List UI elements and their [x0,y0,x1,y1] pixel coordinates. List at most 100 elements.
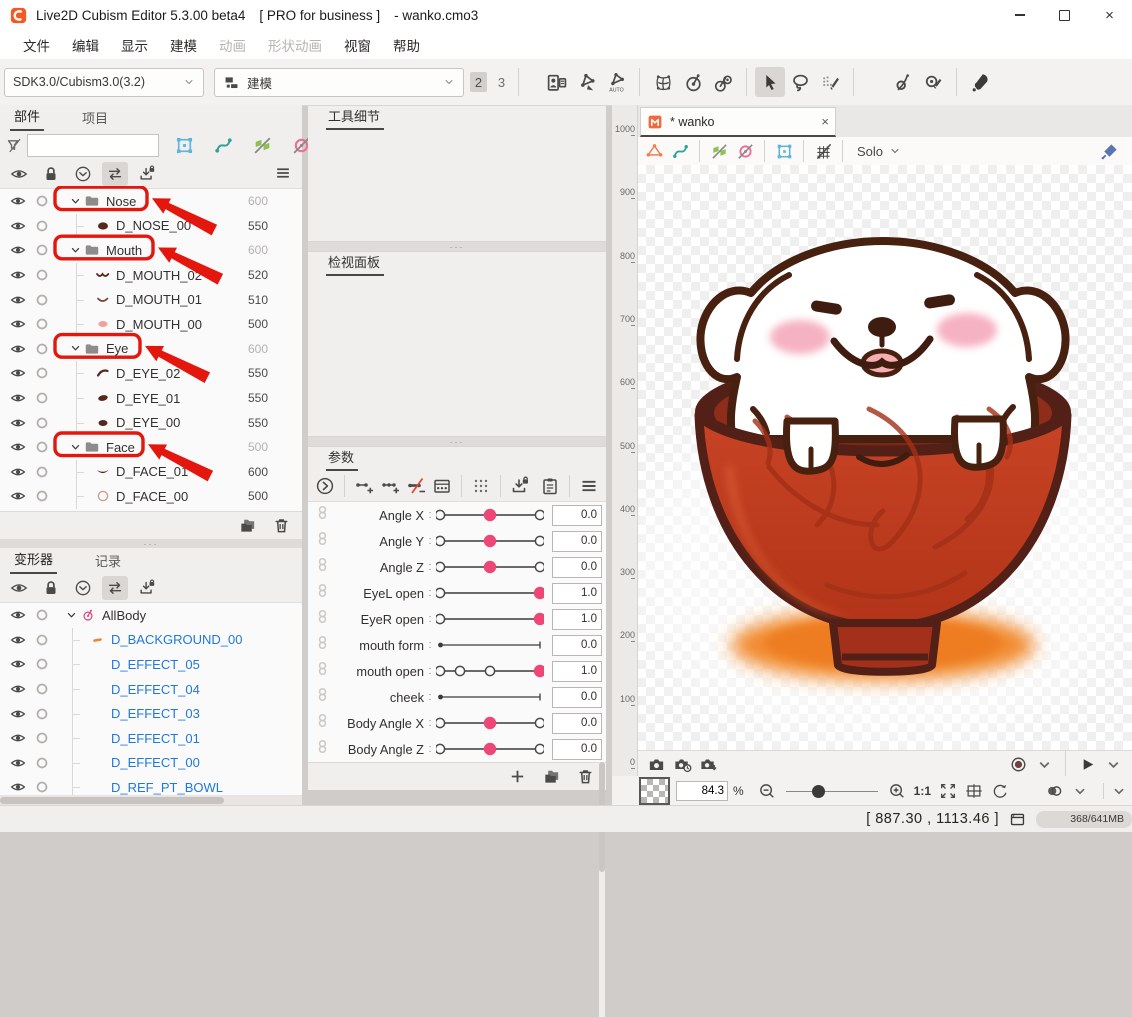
param-slider[interactable] [436,584,546,602]
eye-button[interactable] [6,576,32,600]
delete-button[interactable] [268,514,294,538]
param-value[interactable]: 0.0 [552,686,602,708]
link-icon[interactable] [316,713,330,733]
view-level-3-button[interactable]: 3 [493,72,510,92]
parts-tree-row[interactable]: D_MOUTH_01 510 [0,287,302,312]
part-folder-label[interactable]: Eye [106,341,128,356]
window-frame-icon[interactable] [1009,811,1026,828]
background-swatch[interactable] [639,777,670,805]
tab-deformer[interactable]: 变形器 [10,546,58,574]
parts-tree-row[interactable]: D_FACE_01 600 [0,459,302,485]
param-slider[interactable] [436,610,546,628]
lock-toggle[interactable] [30,267,54,283]
panel-splitter[interactable]: ··· [308,437,606,447]
play-options-chevron[interactable] [1100,752,1126,776]
grid-off-button[interactable] [810,139,836,163]
lock-toggle[interactable] [30,632,54,648]
lock-toggle[interactable] [30,681,54,697]
mesh-tri-button[interactable] [641,139,667,163]
fit-view-button[interactable] [935,779,961,803]
texture-bounds-button[interactable] [771,139,797,163]
import-lock-button[interactable] [509,473,531,499]
lock-toggle[interactable] [30,656,54,672]
brush-select-tool-button[interactable] [815,67,845,97]
import-lock-button[interactable] [134,576,160,600]
parts-tree-row[interactable]: D_EYE_01 550 [0,385,302,411]
texture-bounds-button[interactable] [169,131,199,161]
lock-toggle[interactable] [30,390,54,406]
visibility-toggle[interactable] [6,607,30,623]
link-icon[interactable] [316,687,330,707]
lock-toggle[interactable] [30,464,54,480]
menu-item-3[interactable]: 建模 [159,35,208,55]
menu-item-7[interactable]: 帮助 [382,35,431,55]
lock-toggle[interactable] [30,292,54,308]
panel-collapse-chevron[interactable] [1106,779,1132,803]
swap-button[interactable] [102,576,128,600]
duplicate-button[interactable] [234,514,260,538]
param-slider[interactable] [436,506,546,524]
visibility-toggle[interactable] [6,193,30,209]
camera-export-button[interactable] [695,752,721,776]
link-icon[interactable] [316,505,330,525]
canvas-viewport[interactable] [637,165,1132,750]
part-item-label[interactable]: D_FACE_00 [116,489,188,504]
dropper-tool-button[interactable] [965,67,995,97]
lock-toggle[interactable] [30,415,54,431]
lock-toggle[interactable] [30,779,54,795]
lasso-tool-button[interactable] [785,67,815,97]
visibility-toggle[interactable] [6,415,30,431]
lock-toggle[interactable] [30,341,54,357]
param-slider[interactable] [436,714,546,732]
lock-toggle[interactable] [30,607,54,623]
deformer-item-label[interactable]: D_EFFECT_01 [111,731,200,746]
lock-toggle[interactable] [30,755,54,771]
camera-time-button[interactable] [669,752,695,776]
parts-search-input[interactable] [27,134,159,157]
key-panel-button[interactable] [431,473,453,499]
camera-button[interactable] [643,752,669,776]
part-item-label[interactable]: D_MOUTH_00 [116,317,202,332]
visibility-toggle[interactable] [6,464,30,480]
rotation-deformer-button[interactable] [678,67,708,97]
document-tab[interactable]: * wanko × [640,107,836,137]
parts-tree-row[interactable]: Nose 600 [0,189,302,214]
expander-icon[interactable] [68,245,82,256]
visibility-toggle[interactable] [6,488,30,504]
play-button[interactable] [1074,752,1100,776]
part-folder-label[interactable]: Nose [106,194,136,209]
arrow-tool-button[interactable] [755,67,785,97]
parts-tree-row[interactable]: D_MOUTH_00 500 [0,311,302,337]
deformer-item-label[interactable]: D_REF_PT_BOWL [111,780,223,795]
deformer-item-label[interactable]: D_EFFECT_00 [111,755,200,770]
deformer-visibility-button[interactable] [732,139,758,163]
tab-parts[interactable]: 部件 [10,103,45,131]
maximize-button[interactable] [1042,0,1087,30]
vertical-scrollbar[interactable] [599,762,605,1017]
lock-toggle[interactable] [30,218,54,234]
clipboard-button[interactable] [539,473,561,499]
lock-toggle[interactable] [30,706,54,722]
part-folder-label[interactable]: Mouth [106,243,142,258]
param-value[interactable]: 0.0 [552,556,602,578]
visibility-toggle[interactable] [6,218,30,234]
lock-toggle[interactable] [30,316,54,332]
key-circle-button[interactable] [314,473,336,499]
tab-close-icon[interactable]: × [821,114,829,129]
deformer-tree-row[interactable]: D_EFFECT_05 [0,652,302,677]
actual-size-button[interactable]: 1:1 [914,784,931,798]
parts-tree-row[interactable]: D_NOSE_00 550 [0,213,302,239]
param-value[interactable]: 1.0 [552,660,602,682]
eye-button[interactable] [6,162,32,186]
part-item-label[interactable]: D_EYE_00 [116,415,180,430]
visibility-toggle[interactable] [6,365,30,381]
deformer-root-label[interactable]: AllBody [102,608,146,623]
visibility-toggle[interactable] [6,316,30,332]
swap-button[interactable] [102,162,128,186]
tab-project[interactable]: 项目 [78,105,112,131]
zoom-out-button[interactable] [754,779,780,803]
link-icon[interactable] [316,739,330,759]
menu-button[interactable] [578,473,600,499]
zoom-input[interactable] [676,781,728,801]
zoom-in-button[interactable] [884,779,910,803]
